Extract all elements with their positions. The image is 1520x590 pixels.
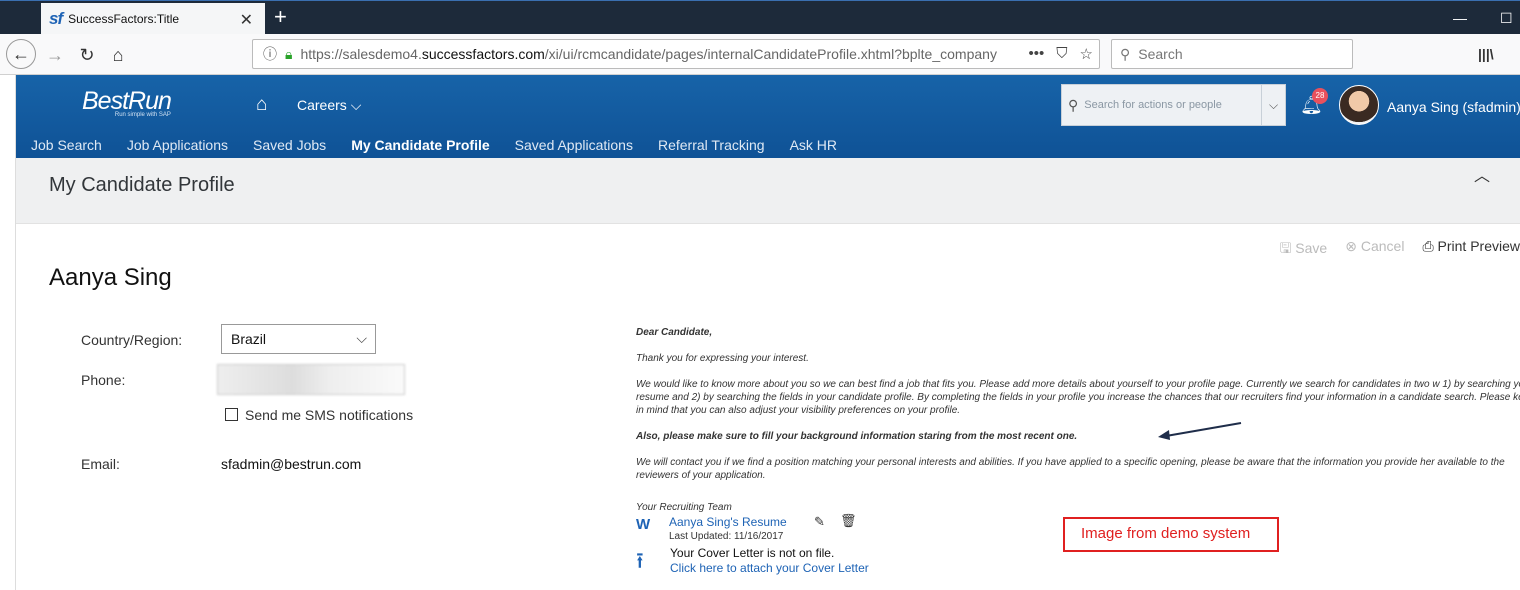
home-icon[interactable]: ⌂ (105, 42, 131, 68)
url-text: https://salesdemo4.successfactors.com/xi… (300, 46, 997, 62)
annotation-arrow (1158, 422, 1242, 440)
resume-link[interactable]: Aanya Sing's Resume (669, 515, 787, 529)
subnav-saved-applications[interactable]: Saved Applications (500, 137, 643, 153)
message-paragraph: We would like to know more about you so … (636, 379, 1520, 416)
country-select[interactable]: Brazil ⌵ (221, 324, 376, 354)
chevron-down-icon: ⌵ (350, 97, 362, 113)
minimize-icon[interactable]: — (1453, 10, 1467, 26)
resume-updated: Last Updated: 11/16/2017 (669, 531, 784, 542)
notification-badge: 28 (1312, 88, 1328, 104)
maximize-icon[interactable]: ☐ (1500, 10, 1513, 27)
demo-annotation: Image from demo system (1063, 517, 1279, 552)
page-actions: 🖫︎ Save ⊗ Cancel ⎙ Print Preview (1279, 238, 1520, 262)
page-title-bar: My Candidate Profile ︿ (16, 158, 1520, 224)
attach-cover-letter-link[interactable]: Click here to attach your Cover Letter (670, 561, 869, 575)
edit-icon[interactable]: ✎ (814, 514, 825, 530)
browser-tab[interactable]: sf SuccessFactors:Title ✕ (41, 3, 265, 35)
word-document-icon: W (636, 516, 651, 533)
back-icon[interactable]: ← (6, 39, 36, 69)
subnav-ask-hr[interactable]: Ask HR (775, 137, 847, 153)
subnav-saved-jobs[interactable]: Saved Jobs (238, 137, 336, 153)
subnav-job-search[interactable]: Job Search (16, 137, 112, 153)
subnav: Job Search Job Applications Saved Jobs M… (16, 137, 847, 153)
message-highlight: Also, please make sure to fill your back… (636, 431, 1078, 442)
left-edge (0, 75, 16, 590)
chevron-down-icon: ⌵ (356, 330, 367, 346)
welcome-message: Dear Candidate, Thank you for expressing… (636, 326, 1520, 495)
message-paragraph: Thank you for expressing your interest. (636, 353, 809, 364)
search-dropdown-icon[interactable]: ⌵ (1261, 85, 1285, 125)
upload-icon[interactable]: ⭱ (636, 550, 644, 572)
sms-label: Send me SMS notifications (245, 407, 414, 423)
phone-field[interactable] (217, 364, 405, 395)
pocket-icon[interactable]: ⛉ (1056, 45, 1067, 63)
cancel-button[interactable]: ⊗ Cancel (1345, 238, 1404, 262)
info-icon[interactable]: ⓘ (263, 44, 277, 64)
subnav-referral-tracking[interactable]: Referral Tracking (643, 137, 775, 153)
bookmark-star-icon[interactable]: ☆ (1080, 45, 1093, 63)
browser-tab-strip: sf SuccessFactors:Title ✕ + — ☐ (0, 0, 1520, 35)
subnav-job-applications[interactable]: Job Applications (112, 137, 238, 153)
browser-nav-bar: ← → ↻ ⌂ ⓘ 🔒︎ https://salesdemo4.successf… (0, 34, 1520, 75)
search-icon: ⚲ (1068, 96, 1079, 113)
collapse-icon[interactable]: ︿ (1474, 162, 1490, 186)
phone-label: Phone: (81, 372, 126, 388)
page-title: My Candidate Profile (49, 174, 235, 196)
home-icon[interactable]: ⌂ (256, 94, 267, 116)
app-header: BestRun Run simple with SAP ⌂ Careers ⌵ … (16, 75, 1520, 158)
close-tab-icon[interactable]: ✕ (240, 10, 253, 30)
search-icon: ⚲ (1120, 45, 1131, 62)
header-search-input[interactable]: ⚲ Search for actions or people ⌵ (1061, 84, 1286, 126)
page-actions-icon[interactable]: ••• (1029, 45, 1045, 63)
url-bar[interactable]: ⓘ 🔒︎ https://salesdemo4.successfactors.c… (252, 39, 1100, 69)
greeting: Dear Candidate, (636, 327, 713, 338)
delete-icon[interactable]: 🗑︎ (840, 513, 857, 529)
message-paragraph: We will contact you if we find a positio… (636, 457, 1505, 481)
save-button[interactable]: 🖫︎ Save (1279, 238, 1327, 262)
profile-content: 🖫︎ Save ⊗ Cancel ⎙ Print Preview Aanya S… (16, 224, 1520, 590)
cancel-icon: ⊗ (1345, 238, 1357, 254)
email-label: Email: (81, 456, 120, 472)
cover-letter-status: Your Cover Letter is not on file. (670, 546, 835, 560)
bestrun-logo[interactable]: BestRun Run simple with SAP (82, 87, 172, 118)
browser-search-input[interactable]: ⚲ Search (1111, 39, 1353, 69)
new-tab-icon[interactable]: + (274, 5, 287, 29)
tab-title: SuccessFactors:Title (68, 12, 180, 26)
signature: Your Recruiting Team (636, 502, 732, 513)
avatar[interactable] (1339, 85, 1379, 125)
forward-icon[interactable]: → (42, 42, 68, 68)
save-icon: 🖫︎ (1279, 240, 1292, 256)
sms-checkbox[interactable] (225, 408, 238, 421)
candidate-name: Aanya Sing (49, 264, 172, 291)
user-name[interactable]: Aanya Sing (sfadmin) (1387, 99, 1520, 115)
email-value: sfadmin@bestrun.com (221, 456, 362, 472)
library-icon[interactable]: |||\ (1478, 46, 1494, 62)
subnav-my-candidate-profile[interactable]: My Candidate Profile (336, 137, 499, 153)
country-label: Country/Region: (81, 332, 183, 348)
print-preview-button[interactable]: ⎙ Print Preview (1422, 238, 1520, 262)
careers-menu[interactable]: Careers ⌵ (297, 97, 361, 114)
reload-icon[interactable]: ↻ (74, 42, 100, 68)
lock-icon: 🔒︎ (285, 45, 293, 62)
successfactors-favicon: sf (49, 9, 63, 28)
printer-icon: ⎙ (1422, 238, 1434, 254)
